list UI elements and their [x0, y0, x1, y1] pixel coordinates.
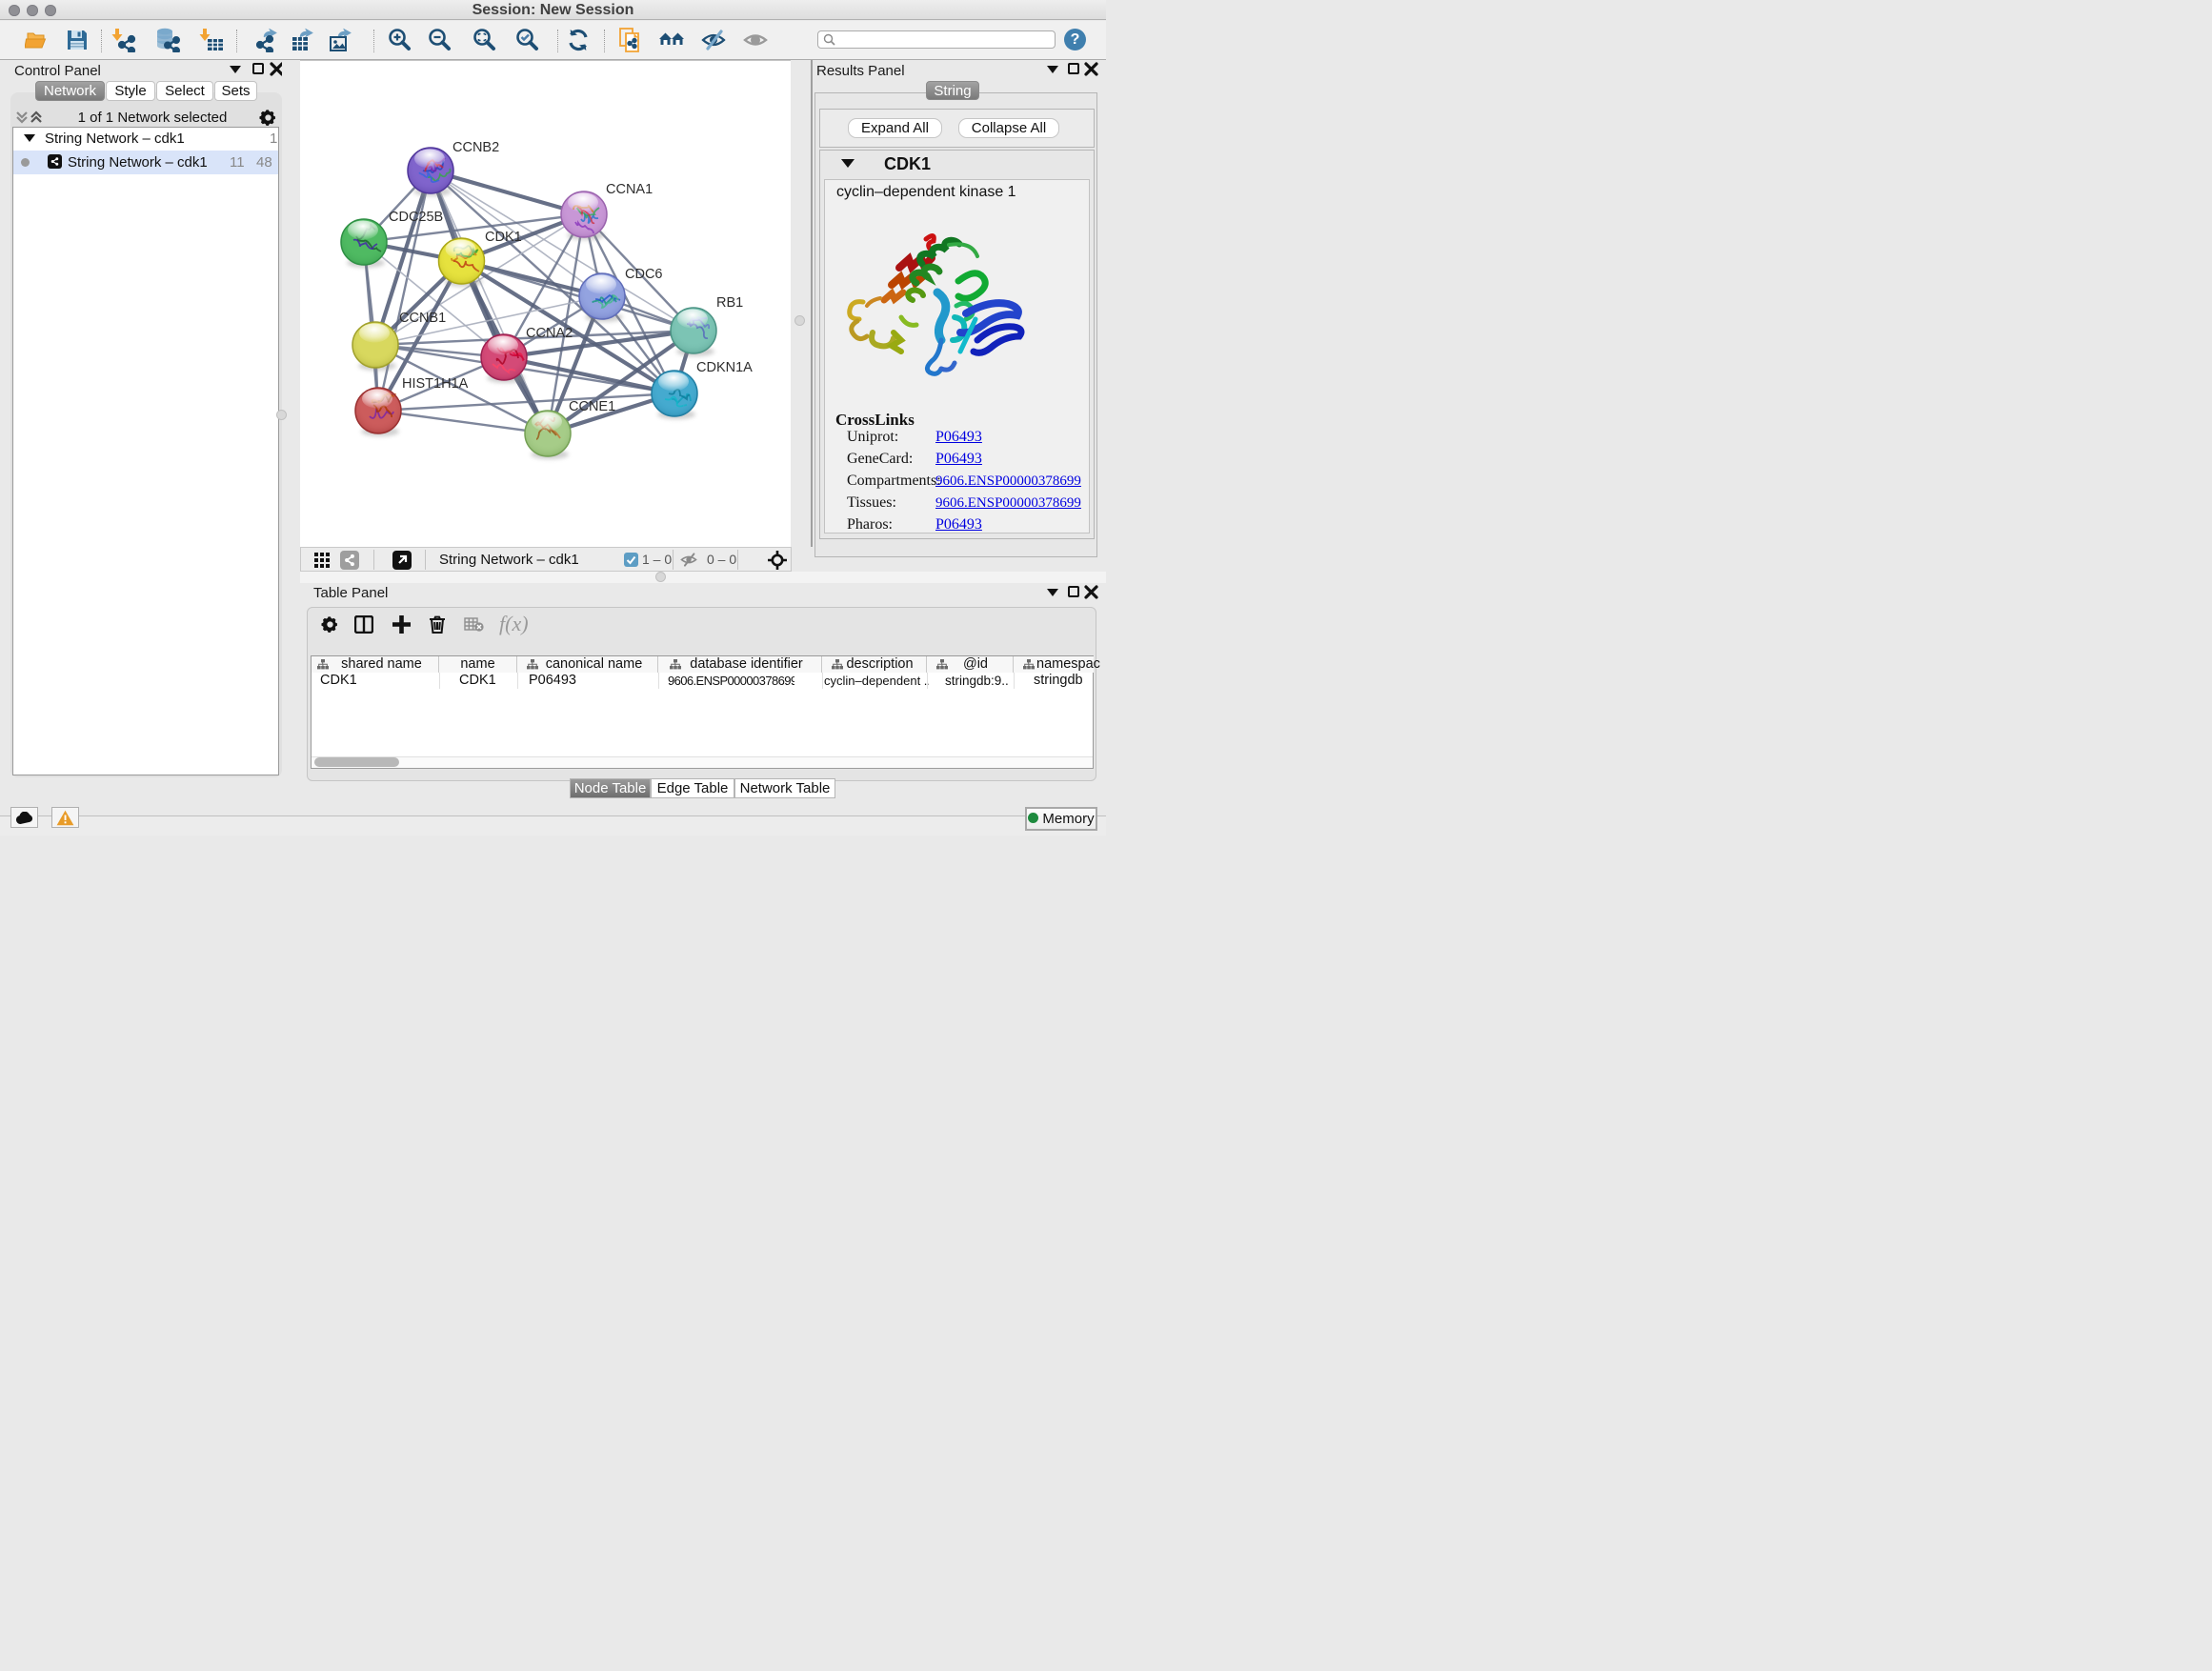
svg-text:CCNB1: CCNB1 [399, 311, 446, 326]
svg-text:CDC6: CDC6 [625, 267, 662, 282]
svg-text:RB1: RB1 [716, 295, 743, 311]
svg-text:CCNE1: CCNE1 [569, 399, 615, 414]
svg-text:HIST1H1A: HIST1H1A [402, 376, 469, 392]
svg-text:CCNA1: CCNA1 [606, 182, 653, 197]
svg-text:CCNB2: CCNB2 [452, 140, 499, 155]
svg-text:CDC25B: CDC25B [389, 210, 443, 225]
svg-text:CDKN1A: CDKN1A [696, 360, 753, 375]
svg-text:CCNA2: CCNA2 [526, 326, 573, 341]
svg-text:CDK1: CDK1 [485, 230, 522, 245]
